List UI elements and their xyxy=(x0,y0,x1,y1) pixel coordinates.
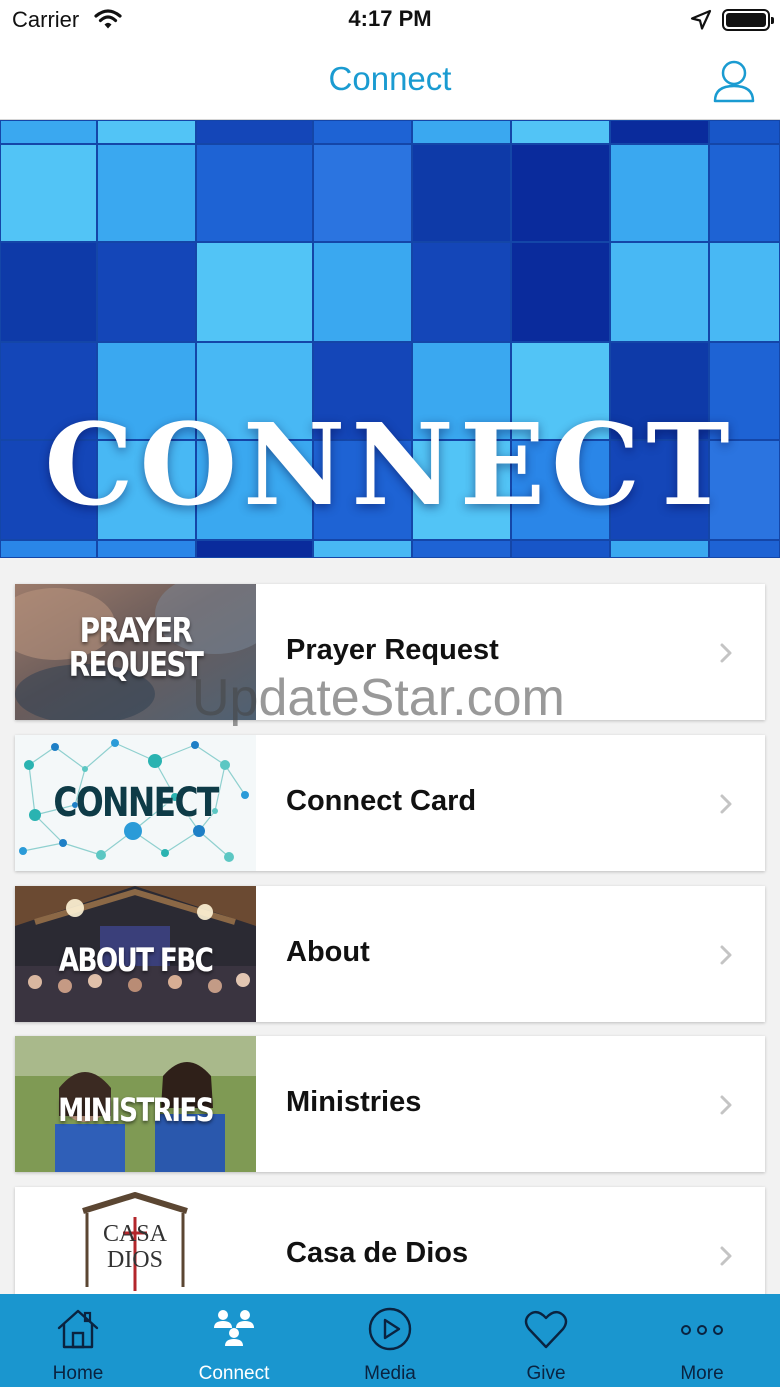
network-node xyxy=(191,741,199,749)
tab-more[interactable]: More xyxy=(624,1294,780,1387)
profile-icon[interactable] xyxy=(708,60,760,104)
hero-tile xyxy=(314,121,411,143)
hero-tile xyxy=(710,121,779,143)
hero-tile xyxy=(611,541,708,557)
status-bar: Carrier 4:17 PM xyxy=(0,0,780,40)
ministries-label: Ministries xyxy=(286,1086,422,1118)
hero-tile xyxy=(1,541,96,557)
hero-tile xyxy=(413,145,510,241)
tab-media-label: Media xyxy=(364,1363,416,1384)
play-circle-icon xyxy=(368,1307,412,1351)
tab-media[interactable]: Media xyxy=(312,1294,468,1387)
list-item-prayer-request[interactable]: PRAYER REQUEST Prayer Request xyxy=(15,584,765,720)
ministries-thumb-text: MINISTRIES xyxy=(58,1091,214,1129)
chevron-right-icon xyxy=(720,643,732,663)
status-time: 4:17 PM xyxy=(348,6,432,31)
network-node xyxy=(24,760,34,770)
hero-tile xyxy=(611,121,708,143)
heart-icon xyxy=(524,1310,568,1349)
hero-tile xyxy=(710,243,779,341)
hero-tile xyxy=(710,541,779,557)
prayer-request-label: Prayer Request xyxy=(286,634,499,666)
hero-tile xyxy=(197,243,312,341)
chevron-right-icon xyxy=(720,794,732,814)
prayer-thumb-line-1: PRAYER xyxy=(79,611,193,651)
location-arrow-icon xyxy=(690,9,712,30)
casa-logo-text-2: DIOS xyxy=(107,1247,163,1273)
navigation-bar: Connect xyxy=(0,40,780,120)
prayer-request-thumbnail: PRAYER REQUEST xyxy=(15,584,256,720)
hero-tile xyxy=(314,541,411,557)
network-node xyxy=(96,850,106,860)
hero-tile xyxy=(413,243,510,341)
tab-connect[interactable]: Connect xyxy=(156,1294,312,1387)
casa-de-dios-label: Casa de Dios xyxy=(286,1237,469,1269)
hero-tile xyxy=(98,121,195,143)
network-node xyxy=(19,847,27,855)
network-node xyxy=(59,839,67,847)
network-node xyxy=(148,754,162,768)
ministries-thumbnail: MINISTRIES xyxy=(15,1036,256,1172)
tab-more-label: More xyxy=(680,1363,724,1384)
page-title: Connect xyxy=(328,60,452,97)
hero-tile xyxy=(1,121,96,143)
hero-tile xyxy=(314,243,411,341)
list-item-connect-card[interactable]: CONNECT Connect Card xyxy=(15,735,765,871)
hero-tile xyxy=(710,145,779,241)
hero-tile xyxy=(98,145,195,241)
chevron-right-icon xyxy=(720,1095,732,1115)
network-node xyxy=(224,852,234,862)
people-icon xyxy=(214,1310,254,1346)
hero-tile xyxy=(98,541,195,557)
about-thumb-text: ABOUT FBC xyxy=(58,941,214,979)
hero-tile xyxy=(197,121,312,143)
network-node xyxy=(111,739,119,747)
network-node xyxy=(161,849,169,857)
list-item-about[interactable]: ABOUT FBC About xyxy=(15,886,765,1022)
network-node xyxy=(220,760,230,770)
network-node xyxy=(241,791,249,799)
hero-tile xyxy=(197,541,312,557)
network-node xyxy=(193,825,205,837)
tab-home-label: Home xyxy=(52,1363,104,1384)
network-node xyxy=(51,743,59,751)
ellipsis-icon xyxy=(681,1325,723,1335)
battery-icon xyxy=(722,9,774,31)
hero-tile xyxy=(512,243,609,341)
hero-banner: CONNECT xyxy=(0,120,780,558)
hero-title: CONNECT xyxy=(44,400,736,531)
hero-tile xyxy=(413,121,510,143)
list-item-ministries[interactable]: MINISTRIES Ministries xyxy=(15,1036,765,1172)
prayer-thumb-line-2: REQUEST xyxy=(68,645,204,685)
tab-home[interactable]: Home xyxy=(0,1294,156,1387)
connect-card-thumbnail: CONNECT xyxy=(15,735,256,871)
hero-tile xyxy=(1,145,96,241)
hero-tile xyxy=(512,121,609,143)
tab-bar: Home Connect Media Give More xyxy=(0,1294,780,1387)
hero-tile xyxy=(611,243,708,341)
tab-give-label: Give xyxy=(526,1363,566,1384)
hero-tile xyxy=(611,145,708,241)
connect-thumb-text: CONNECT xyxy=(53,780,219,826)
hero-tile xyxy=(1,243,96,341)
hero-tile xyxy=(512,541,609,557)
connect-card-label: Connect Card xyxy=(286,785,477,817)
about-label: About xyxy=(286,936,370,968)
hero-tile xyxy=(98,243,195,341)
tab-connect-label: Connect xyxy=(198,1363,270,1384)
home-icon xyxy=(57,1309,99,1349)
hero-tile xyxy=(197,145,312,241)
hero-tile xyxy=(314,145,411,241)
about-thumbnail: ABOUT FBC xyxy=(15,886,256,1022)
hero-tile xyxy=(512,145,609,241)
chevron-right-icon xyxy=(720,1246,732,1266)
network-node xyxy=(82,766,88,772)
casa-logo-text-1: CASA xyxy=(103,1221,168,1247)
tab-give[interactable]: Give xyxy=(468,1294,624,1387)
hero-tile xyxy=(413,541,510,557)
chevron-right-icon xyxy=(720,945,732,965)
